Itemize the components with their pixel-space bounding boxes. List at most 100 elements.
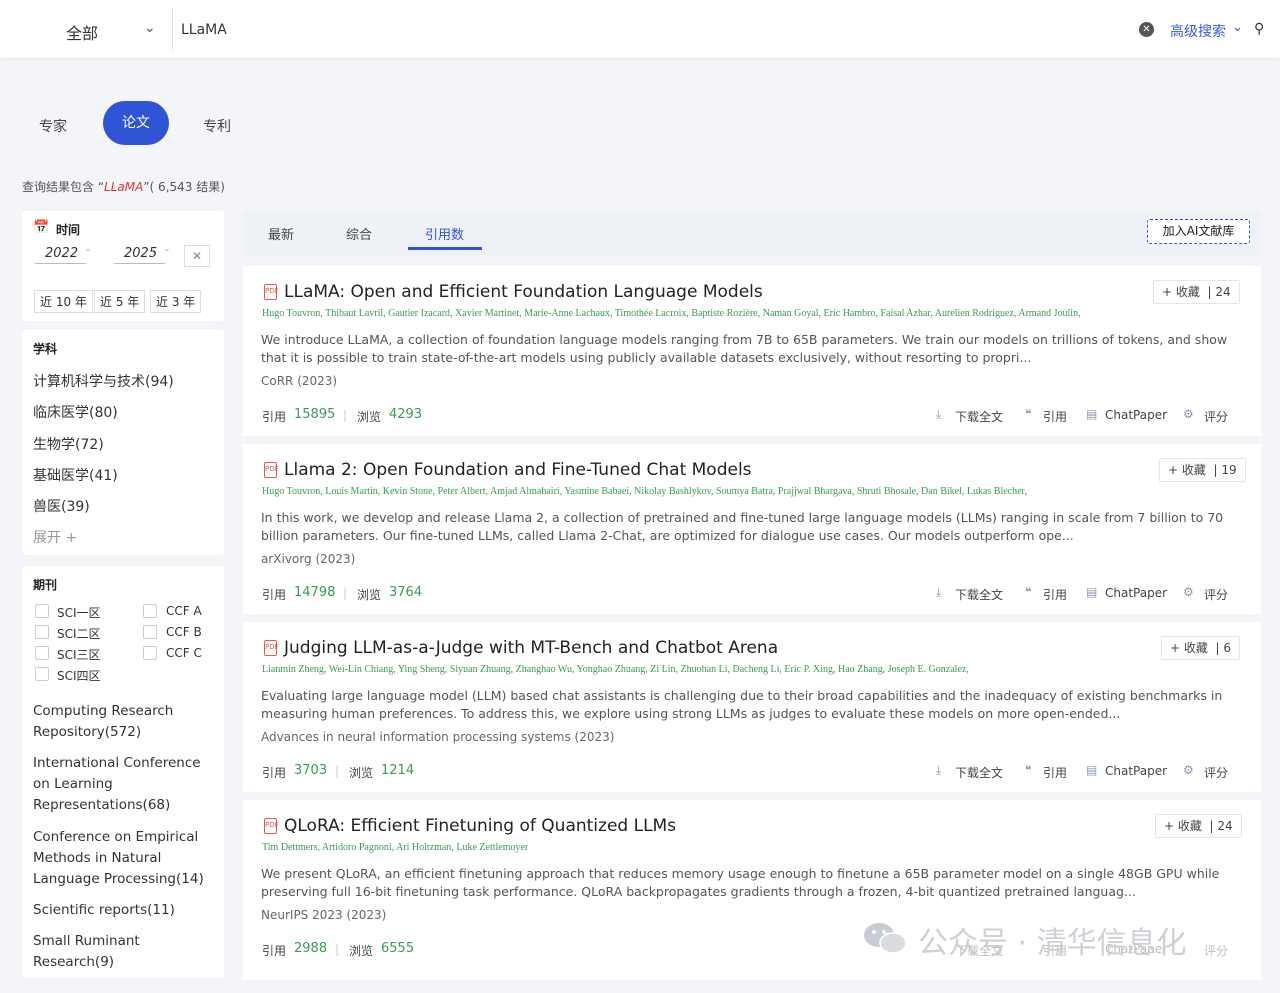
quick-range-3y[interactable]: 近 3 年 [150, 290, 202, 313]
chatpaper-icon[interactable]: ▤ [1086, 407, 1097, 421]
rate-button[interactable]: 评分 [1204, 942, 1228, 959]
download-icon[interactable]: ⤓ [936, 763, 941, 778]
download-button[interactable]: 下载全文 [955, 408, 1003, 425]
paper-title[interactable]: QLoRA: Efficient Finetuning of Quantized… [284, 816, 676, 836]
venue-item[interactable]: Computing Research Repository(572) [33, 701, 213, 743]
year-from-select[interactable]: 2022 [35, 246, 87, 264]
rate-icon[interactable]: ⚙ [1183, 585, 1194, 599]
download-icon[interactable]: ⤓ [936, 407, 941, 422]
search-icon[interactable]: ⚲ [1254, 21, 1264, 37]
chatpaper-button[interactable]: ChatPaper [1105, 408, 1167, 422]
quick-range-5y[interactable]: 近 5 年 [94, 290, 146, 313]
chatpaper-icon[interactable]: ▤ [1086, 585, 1097, 599]
download-icon[interactable]: ⤓ [936, 585, 941, 600]
subject-item[interactable]: 生物学(72) [33, 434, 104, 454]
paper-authors[interactable]: Tim Dettmers, Artidoro Pagnoni, Ari Holt… [262, 842, 1252, 853]
chatpaper-button[interactable]: ChatPaper [1105, 764, 1167, 778]
venue-item[interactable]: Small Ruminant Research(9) [33, 931, 213, 973]
quote-icon[interactable]: ❝ [1025, 585, 1031, 599]
subject-item[interactable]: 计算机科学与技术(94) [33, 371, 174, 391]
quote-icon[interactable]: ❝ [1025, 763, 1031, 777]
chevron-down-icon[interactable]: ⌄ [144, 20, 156, 36]
venue-item[interactable]: Scientific reports(11) [33, 900, 213, 921]
cite-button[interactable]: 引用 [1043, 586, 1067, 603]
rate-icon[interactable]: ⚙ [1183, 763, 1194, 777]
venue-item[interactable]: Conference on Empirical Methods in Natur… [33, 827, 213, 890]
checkbox[interactable] [35, 625, 49, 639]
rate-button[interactable]: 评分 [1204, 764, 1228, 781]
paper-abstract: Evaluating large language model (LLM) ba… [261, 688, 1223, 721]
tab-patents[interactable]: 专利 [203, 116, 231, 136]
separator: | [335, 764, 340, 778]
checkbox[interactable] [143, 646, 157, 660]
chevron-down-icon: ⌄ [163, 244, 171, 254]
chevron-down-icon[interactable]: ⌄ [1232, 20, 1243, 35]
journal-filter-label: CCF C [166, 646, 202, 660]
citations-count: 15895 [294, 407, 336, 422]
paper-title[interactable]: Llama 2: Open Foundation and Fine-Tuned … [284, 460, 752, 480]
result-summary: 查询结果包含 “LLaMA”( 6,543 结果) [22, 180, 225, 194]
sort-overall[interactable]: 综合 [346, 224, 372, 243]
tab-experts[interactable]: 专家 [39, 116, 67, 136]
pdf-icon[interactable]: PDF [264, 640, 279, 656]
favorite-button[interactable]: + 收藏 | 24 [1153, 280, 1240, 304]
journal-filter-label: SCI二区 [57, 627, 101, 641]
search-scope-select[interactable]: 全部 [66, 20, 98, 44]
paper-abstract: We introduce LLaMA, a collection of foun… [261, 332, 1228, 365]
checkbox[interactable] [35, 646, 49, 660]
advanced-search-link[interactable]: 高级搜索 [1170, 21, 1226, 41]
chevron-down-icon: ⌄ [84, 244, 92, 254]
pdf-icon[interactable]: PDF [264, 462, 279, 478]
cite-button[interactable]: 引用 [1043, 408, 1067, 425]
subject-item[interactable]: 临床医学(80) [33, 402, 118, 422]
subject-item[interactable]: 基础医学(41) [33, 465, 118, 485]
sort-latest[interactable]: 最新 [268, 224, 294, 243]
checkbox[interactable] [35, 667, 49, 681]
sort-citations[interactable]: 引用数 [425, 224, 464, 243]
year-to-select[interactable]: 2025 [114, 246, 166, 264]
quick-range-10y[interactable]: 近 10 年 [34, 290, 93, 313]
journal-filter-label: CCF B [166, 625, 202, 639]
paper-authors[interactable]: Hugo Touvron, Louis Martin, Kevin Stone,… [262, 486, 1252, 497]
download-button[interactable]: 下载全文 [955, 764, 1003, 781]
pdf-icon[interactable]: PDF [264, 818, 279, 834]
favorite-button[interactable]: + 收藏 | 24 [1155, 814, 1242, 838]
paper-title[interactable]: Judging LLM-as-a-Judge with MT-Bench and… [284, 638, 778, 658]
views-label: 浏览 [349, 766, 374, 780]
chatpaper-button[interactable]: ChatPaper [1105, 586, 1167, 600]
expand-subjects-button[interactable]: 展开 + [33, 527, 77, 547]
pdf-icon[interactable]: PDF [264, 284, 279, 300]
cite-button[interactable]: 引用 [1043, 764, 1067, 781]
subject-filter-title: 学科 [33, 342, 58, 356]
paper-venue: NeurIPS 2023 (2023) [261, 908, 387, 922]
citations-count: 3703 [294, 763, 328, 778]
download-button[interactable]: 下载全文 [955, 586, 1003, 603]
clear-year-button[interactable]: ✕ [184, 245, 210, 267]
checkbox[interactable] [143, 604, 157, 618]
rate-button[interactable]: 评分 [1204, 408, 1228, 425]
chatpaper-icon[interactable]: ▤ [1086, 763, 1097, 777]
time-filter-title: 时间 [56, 223, 81, 237]
favorite-button[interactable]: + 收藏 | 6 [1161, 636, 1241, 660]
search-input[interactable]: LLaMA [181, 22, 227, 38]
paper-title[interactable]: LLaMA: Open and Efficient Foundation Lan… [284, 282, 763, 302]
tab-papers[interactable]: 论文 [103, 101, 169, 145]
paper-authors[interactable]: Hugo Touvron, Thibaut Lavril, Gautier Iz… [262, 308, 1252, 319]
add-to-ai-library-button[interactable]: 加入AI文献库 [1147, 219, 1250, 244]
views-label: 浏览 [357, 588, 382, 602]
checkbox[interactable] [143, 625, 157, 639]
citations-label: 引用 [262, 588, 287, 602]
checkbox[interactable] [35, 604, 49, 618]
clear-icon[interactable]: ✕ [1139, 22, 1154, 37]
rate-button[interactable]: 评分 [1204, 586, 1228, 603]
rate-icon[interactable]: ⚙ [1183, 407, 1194, 421]
quote-icon[interactable]: ❝ [1025, 407, 1031, 421]
paper-abstract: We present QLoRA, an efficient finetunin… [261, 866, 1220, 899]
venue-item[interactable]: International Conference on Learning Rep… [33, 753, 213, 816]
divider [172, 8, 173, 52]
separator: | [335, 942, 340, 956]
subject-item[interactable]: 兽医(39) [33, 496, 90, 516]
favorite-button[interactable]: + 收藏 | 19 [1159, 458, 1246, 482]
paper-authors[interactable]: Lianmin Zheng, Wei-Lin Chiang, Ying Shen… [262, 664, 1252, 675]
citations-count: 2988 [294, 941, 328, 956]
